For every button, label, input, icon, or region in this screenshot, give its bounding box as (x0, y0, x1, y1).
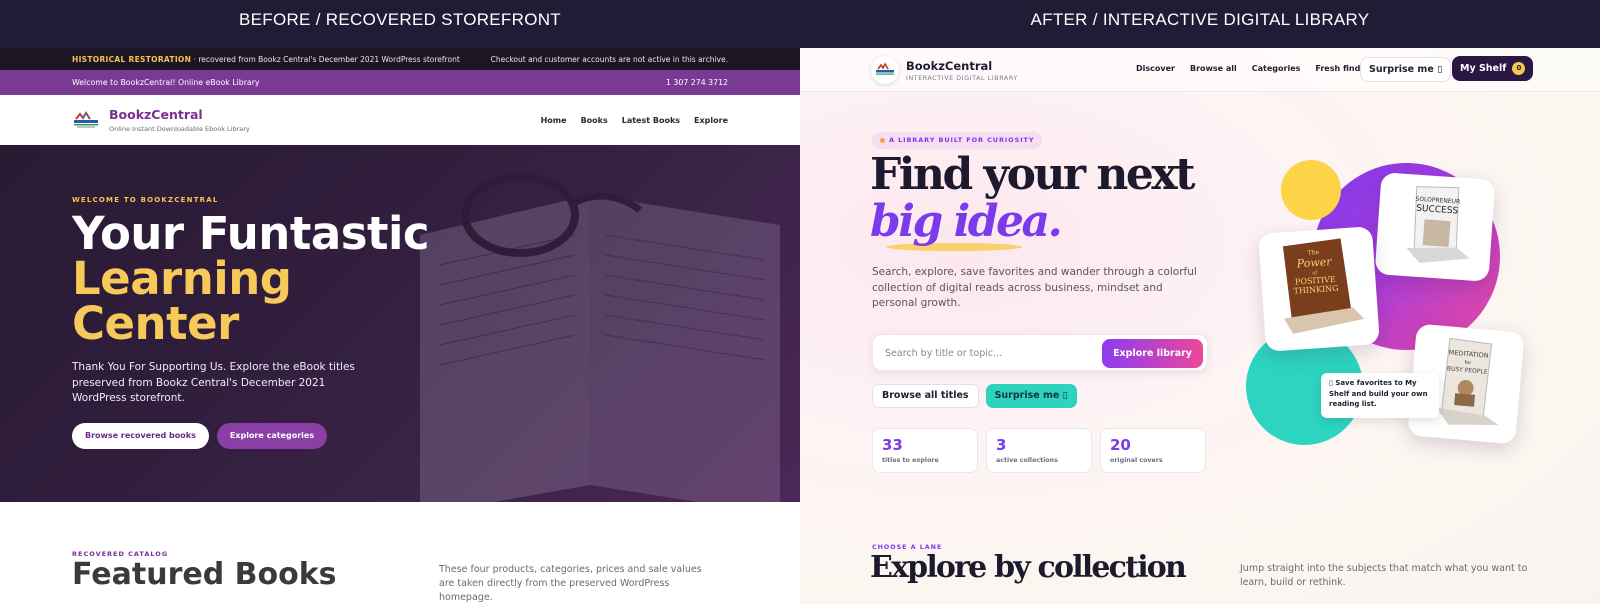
phone-number[interactable]: 1 307 274 3712 (666, 78, 728, 87)
nav-latest-books[interactable]: Latest Books (622, 116, 680, 125)
browse-all-titles-button[interactable]: Browse all titles (872, 384, 979, 408)
stat-card-collections: 3 active collections (986, 428, 1092, 473)
nav-home[interactable]: Home (541, 116, 567, 125)
hero-eyebrow: WELCOME TO BOOKZCENTRAL (72, 196, 219, 204)
hero-title-line1: Find your next (870, 149, 1195, 200)
explore-library-button[interactable]: Explore library (1102, 339, 1203, 368)
nav-fresh-finds[interactable]: Fresh finds (1315, 64, 1365, 73)
stat-value: 33 (882, 436, 903, 454)
after-nav-links: Discover Browse all Categories Fresh fin… (1136, 64, 1365, 73)
before-header-title: BEFORE / RECOVERED STOREFRONT (239, 10, 561, 29)
bookzcentral-logo-icon (871, 56, 899, 84)
featured-description: These four products, categories, prices … (439, 564, 702, 603)
hero-title-line2: big idea. (870, 196, 1063, 247)
comparison-header: BEFORE / RECOVERED STOREFRONT AFTER / IN… (0, 0, 1600, 48)
shelf-count-badge: 0 (1512, 62, 1526, 75)
hero-description: Search, explore, save favorites and wand… (872, 266, 1197, 309)
before-panel: HISTORICAL RESTORATION · recovered from … (0, 48, 800, 604)
hero-description: Thank You For Supporting Us. Explore the… (72, 361, 355, 404)
before-brand-tagline: Online Instant Downloadable Ebook Librar… (109, 125, 250, 133)
after-header-title: AFTER / INTERACTIVE DIGITAL LIBRARY (1030, 10, 1370, 29)
solopreneur-book-cover: SOLOPRENEUR SUCCESS (1406, 186, 1470, 264)
stat-label: original covers (1110, 457, 1163, 464)
hero-pill-text: A LIBRARY BUILT FOR CURIOSITY (889, 136, 1035, 144)
positive-thinking-book-cover: The Power of POSITIVE THINKING (1282, 238, 1365, 334)
before-nav-links: Home Books Latest Books Explore (541, 116, 728, 125)
collections-title: Explore by collection (870, 550, 1187, 585)
after-brand-tagline: INTERACTIVE DIGITAL LIBRARY (906, 74, 1018, 82)
restoration-label: HISTORICAL RESTORATION (72, 54, 192, 64)
book-title-text: Power (1295, 255, 1332, 271)
save-favorites-tooltip: ▯ Save favorites to My Shelf and build y… (1321, 373, 1439, 418)
nav-categories[interactable]: Categories (1252, 64, 1301, 73)
stat-label: active collections (996, 457, 1058, 464)
restoration-notice: HISTORICAL RESTORATION · recovered from … (72, 55, 460, 64)
pill-dot-icon (880, 137, 885, 143)
hero-title-line2: Learning (72, 252, 292, 305)
archive-notice: Checkout and customer accounts are not a… (490, 54, 728, 64)
nav-books[interactable]: Books (581, 116, 608, 125)
hero-pill: A LIBRARY BUILT FOR CURIOSITY (872, 132, 1043, 149)
bookzcentral-logo-icon (72, 110, 100, 130)
welcome-bar: Welcome to BookzCentral! Online eBook Li… (0, 70, 800, 95)
stats-row: 33 titles to explore 3 active collection… (872, 428, 1206, 473)
featured-books-section: RECOVERED CATALOG Featured Books These f… (0, 502, 800, 604)
before-brand[interactable]: BookzCentral Online Instant Downloadable… (72, 107, 250, 133)
after-navbar: BookzCentral INTERACTIVE DIGITAL LIBRARY… (800, 48, 1600, 92)
hero-buttons: Browse recovered books Explore categorie… (72, 423, 328, 449)
welcome-text: Welcome to BookzCentral! Online eBook Li… (72, 78, 260, 87)
stat-card-titles: 33 titles to explore (872, 428, 978, 473)
before-hero: WELCOME TO BOOKZCENTRAL Your Funtastic L… (0, 145, 800, 502)
collections-description: Jump straight into the subjects that mat… (1240, 563, 1528, 588)
book-card-positive-thinking[interactable]: The Power of POSITIVE THINKING (1258, 226, 1380, 352)
explore-categories-button[interactable]: Explore categories (216, 423, 328, 449)
after-brand[interactable]: BookzCentral INTERACTIVE DIGITAL LIBRARY (871, 56, 1018, 84)
restoration-text: · recovered from Bookz Central's Decembe… (191, 54, 460, 64)
stat-value: 20 (1110, 436, 1131, 454)
nav-explore[interactable]: Explore (694, 116, 728, 125)
nav-discover[interactable]: Discover (1136, 64, 1175, 73)
hero-title: Your Funtastic Learning Center (72, 211, 430, 350)
my-shelf-label: My Shelf (1460, 63, 1507, 74)
after-panel: BookzCentral INTERACTIVE DIGITAL LIBRARY… (800, 48, 1600, 604)
book-card-solopreneur[interactable]: SOLOPRENEUR SUCCESS (1374, 172, 1496, 282)
before-navbar: BookzCentral Online Instant Downloadable… (0, 95, 800, 145)
restoration-bar: HISTORICAL RESTORATION · recovered from … (0, 48, 800, 70)
hero-title-line3: Center (72, 297, 239, 350)
nav-browse-all[interactable]: Browse all (1190, 64, 1237, 73)
search-input[interactable] (885, 343, 1105, 363)
open-book-glasses-background (420, 173, 780, 502)
after-brand-name: BookzCentral (906, 58, 993, 73)
before-brand-name: BookzCentral (109, 107, 203, 122)
my-shelf-button[interactable]: My Shelf 0 (1452, 56, 1534, 81)
stat-card-covers: 20 original covers (1100, 428, 1206, 473)
surprise-me-button[interactable]: Surprise me ▯ (985, 384, 1077, 408)
yellow-circle (1281, 160, 1341, 220)
hero-secondary-buttons: Browse all titles Surprise me ▯ (872, 384, 1077, 408)
browse-recovered-books-button[interactable]: Browse recovered books (72, 423, 209, 449)
nav-surprise-me-button[interactable]: Surprise me ▯ (1360, 57, 1452, 82)
stat-value: 3 (996, 436, 1007, 454)
search-bar: Explore library (872, 334, 1208, 371)
stat-label: titles to explore (882, 457, 939, 464)
featured-title: Featured Books (72, 557, 337, 592)
